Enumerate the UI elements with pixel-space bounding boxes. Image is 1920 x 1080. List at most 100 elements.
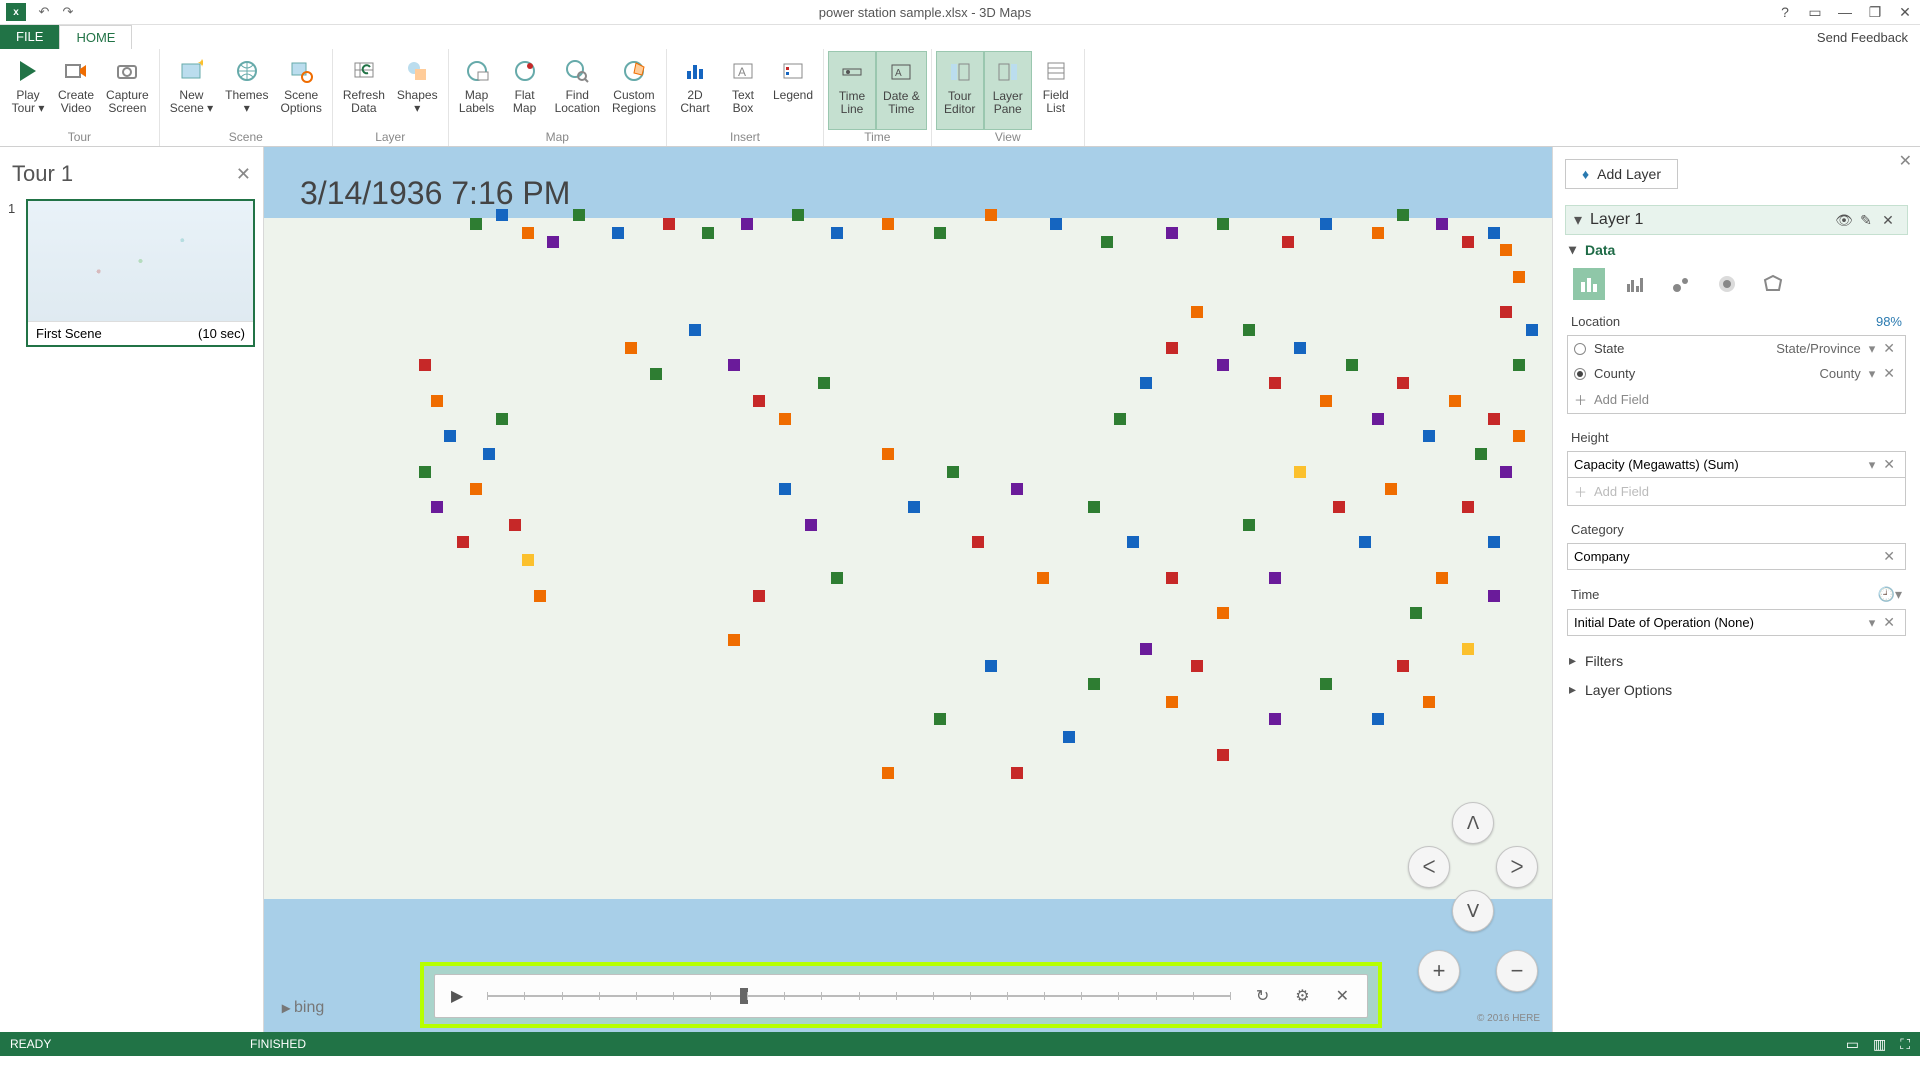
field-list-button[interactable]: FieldList (1032, 51, 1080, 130)
new-scene-button[interactable]: ✦NewScene ▾ (164, 51, 219, 130)
globe-region-icon (618, 55, 650, 87)
date-time-button[interactable]: ADate &Time (876, 51, 927, 130)
add-location-field-button[interactable]: ＋ Add Field (1568, 386, 1905, 413)
remove-field-button[interactable]: ✕ (1879, 614, 1899, 631)
chevron-down-icon[interactable]: ▾ (1865, 366, 1880, 382)
viz-stacked-column-button[interactable] (1573, 268, 1605, 300)
map-data-point (792, 209, 804, 221)
display-options-button[interactable]: ▭ (1800, 4, 1830, 21)
location-field-state[interactable]: State State/Province ▾ ✕ (1568, 336, 1905, 361)
timeline-loop-button[interactable]: ↻ (1248, 986, 1277, 1006)
restore-button[interactable]: ❐ (1860, 4, 1890, 21)
play-tour-button[interactable]: PlayTour ▾ (4, 51, 52, 130)
map-data-point (1475, 448, 1487, 460)
redo-button[interactable]: ↷ (56, 4, 80, 20)
map-data-point (1217, 749, 1229, 761)
timeline-close-button[interactable]: ✕ (1328, 986, 1357, 1006)
layer-header[interactable]: ▾ Layer 1 👁 ✎ ✕ (1565, 205, 1908, 235)
layer-visibility-icon[interactable]: 👁 (1833, 212, 1855, 229)
zoom-in-button[interactable]: + (1418, 950, 1460, 992)
viz-region-button[interactable] (1757, 268, 1789, 300)
height-field[interactable]: Capacity (Megawatts) (Sum) ▾ ✕ (1567, 451, 1906, 478)
new-scene-icon: ✦ (175, 55, 207, 87)
tilt-down-button[interactable]: ᐯ (1452, 890, 1494, 932)
scene-options-button[interactable]: SceneOptions (274, 51, 327, 130)
group-time-label: Time (828, 130, 927, 146)
viz-bubble-button[interactable] (1665, 268, 1697, 300)
collapse-layer-icon[interactable]: ▾ (1574, 210, 1582, 230)
chevron-down-icon[interactable]: ▾ (1865, 341, 1880, 357)
map-data-point (805, 519, 817, 531)
timeline-settings-button[interactable]: ⚙ (1287, 986, 1317, 1006)
viz-clustered-column-button[interactable] (1619, 268, 1651, 300)
data-section-header[interactable]: Data (1565, 235, 1908, 264)
custom-regions-button[interactable]: CustomRegions (606, 51, 662, 130)
timeline-play-button[interactable]: ▶ (445, 986, 469, 1006)
remove-field-button[interactable]: ✕ (1879, 456, 1899, 473)
viz-heatmap-button[interactable] (1711, 268, 1743, 300)
create-video-button[interactable]: CreateVideo (52, 51, 100, 130)
clock-icon[interactable]: 🕘▾ (1878, 586, 1902, 603)
help-button[interactable]: ? (1770, 4, 1800, 20)
2d-chart-button[interactable]: 2DChart (671, 51, 719, 130)
filters-section-header[interactable]: Filters (1565, 646, 1908, 675)
text-box-button[interactable]: ATextBox (719, 51, 767, 130)
status-view-2-button[interactable]: ▥ (1873, 1036, 1886, 1053)
layer-pane-button[interactable]: LayerPane (984, 51, 1032, 130)
map-data-point (689, 324, 701, 336)
map-timestamp: 3/14/1936 7:16 PM (300, 175, 570, 212)
add-height-field-button[interactable]: ＋ Add Field (1568, 478, 1905, 505)
close-window-button[interactable]: ✕ (1890, 4, 1920, 21)
map-data-point (625, 342, 637, 354)
status-view-1-button[interactable]: ▭ (1846, 1036, 1859, 1053)
tab-file[interactable]: FILE (0, 25, 59, 49)
tab-home[interactable]: HOME (59, 25, 132, 49)
remove-field-button[interactable]: ✕ (1879, 340, 1899, 357)
time-field[interactable]: Initial Date of Operation (None) ▾ ✕ (1567, 609, 1906, 636)
map-data-point (1294, 342, 1306, 354)
scene-card[interactable]: First Scene (10 sec) (26, 199, 255, 347)
map-data-point (534, 590, 546, 602)
map-data-point (573, 209, 585, 221)
layer-delete-icon[interactable]: ✕ (1877, 212, 1899, 229)
group-map-label: Map (453, 130, 662, 146)
find-location-button[interactable]: FindLocation (549, 51, 606, 130)
tour-panel-close-button[interactable]: ✕ (236, 164, 251, 185)
legend-button[interactable]: Legend (767, 51, 819, 130)
layer-rename-icon[interactable]: ✎ (1855, 212, 1877, 229)
chevron-down-icon[interactable]: ▾ (1865, 615, 1880, 631)
zoom-out-button[interactable]: − (1496, 950, 1538, 992)
location-confidence[interactable]: 98% (1876, 314, 1902, 329)
remove-field-button[interactable]: ✕ (1879, 365, 1899, 382)
undo-button[interactable]: ↶ (32, 4, 56, 20)
shapes-button[interactable]: Shapes▾ (391, 51, 444, 130)
map-data-point (1500, 466, 1512, 478)
radio-icon[interactable] (1574, 343, 1586, 355)
map-labels-button[interactable]: MapLabels (453, 51, 501, 130)
timeline-track[interactable] (487, 995, 1230, 997)
chevron-down-icon[interactable]: ▾ (1865, 457, 1880, 473)
status-bar: READY FINISHED ▭ ▥ ⛶ (0, 1032, 1920, 1056)
tilt-up-button[interactable]: ᐱ (1452, 802, 1494, 844)
category-field[interactable]: Company ✕ (1567, 543, 1906, 570)
status-view-3-button[interactable]: ⛶ (1900, 1036, 1910, 1053)
timeline-button[interactable]: TimeLine (828, 51, 876, 130)
ribbon-tabs: FILE HOME (0, 25, 1920, 49)
themes-button[interactable]: Themes▾ (219, 51, 274, 130)
rotate-left-button[interactable]: ᐸ (1408, 846, 1450, 888)
map-canvas[interactable]: 3/14/1936 7:16 PM ▸bing © 2016 HERE ᐱ ᐯ … (264, 147, 1552, 1032)
location-field-county[interactable]: County County ▾ ✕ (1568, 361, 1905, 386)
map-data-point (522, 554, 534, 566)
refresh-data-button[interactable]: RefreshData (337, 51, 391, 130)
rotate-right-button[interactable]: ᐳ (1496, 846, 1538, 888)
capture-screen-button[interactable]: CaptureScreen (100, 51, 155, 130)
flat-map-button[interactable]: FlatMap (501, 51, 549, 130)
field-list-icon (1040, 55, 1072, 87)
layer-pane-close-button[interactable]: ✕ (1899, 151, 1912, 171)
radio-icon[interactable] (1574, 368, 1586, 380)
remove-field-button[interactable]: ✕ (1879, 548, 1899, 565)
layer-options-section-header[interactable]: Layer Options (1565, 675, 1908, 704)
tour-editor-button[interactable]: TourEditor (936, 51, 984, 130)
add-layer-button[interactable]: ♦ Add Layer (1565, 159, 1678, 189)
minimize-button[interactable]: — (1830, 4, 1860, 20)
